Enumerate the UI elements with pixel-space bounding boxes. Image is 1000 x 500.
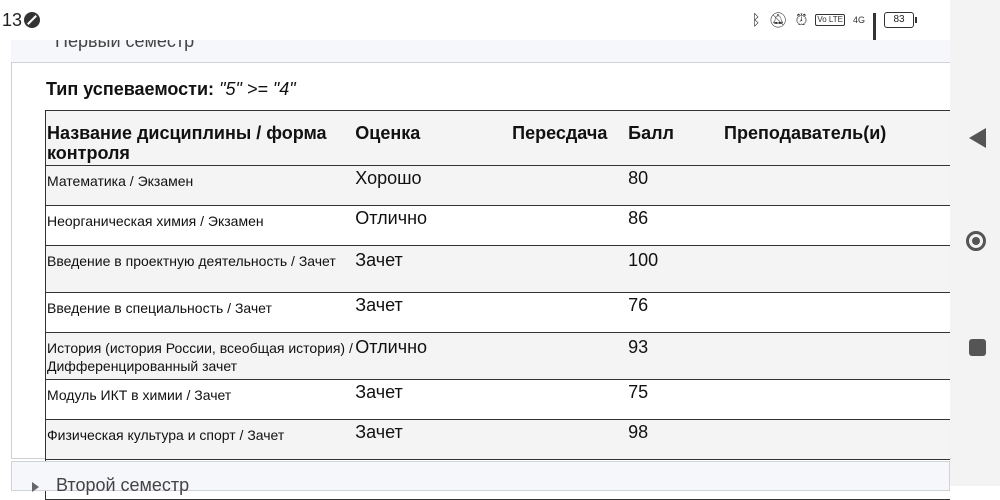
score-cell: 75 — [628, 379, 725, 420]
retake-cell — [512, 292, 629, 333]
retake-cell — [512, 245, 629, 293]
score-cell: 86 — [628, 205, 725, 246]
subject-cell: Введение в специальность / Зачет — [45, 292, 356, 333]
grade-cell: Зачет — [355, 245, 513, 293]
retake-cell — [512, 379, 629, 420]
table-row: Неорганическая химия / Экзамен Отлично 8… — [45, 205, 950, 246]
volte-icon: Vo LTE — [815, 14, 845, 26]
table-row: Математика / Экзамен Хорошо 80 — [45, 165, 950, 206]
subject-cell: Модуль ИКТ в химии / Зачет — [45, 379, 356, 420]
teacher-cell — [724, 205, 950, 246]
score-cell: 98 — [628, 419, 725, 460]
bluetooth-icon: ᛒ — [751, 11, 761, 29]
retake-cell — [512, 205, 629, 246]
semester-header-first[interactable]: Первый семестр — [11, 40, 950, 63]
grade-cell: Зачет — [355, 292, 513, 333]
header-score: Балл — [628, 110, 725, 166]
battery-icon: 83 — [884, 12, 917, 28]
table-row: Физическая культура и спорт / Зачет Заче… — [45, 419, 950, 460]
table-row: Введение в проектную деятельность / Заче… — [45, 245, 950, 293]
grade-cell: Хорошо — [355, 165, 513, 206]
network-type: 4G — [852, 14, 865, 25]
table-row: Модуль ИКТ в химии / Зачет Зачет 75 — [45, 379, 950, 420]
dnd-icon — [24, 12, 40, 28]
header-grade: Оценка — [355, 110, 513, 166]
grade-cell: Зачет — [355, 419, 513, 460]
teacher-cell — [724, 292, 950, 333]
grade-cell: Отлично — [355, 205, 513, 246]
muted-bell-icon: 🔕︎ — [768, 12, 788, 29]
subject-cell: Введение в проектную деятельность / Заче… — [45, 245, 356, 293]
status-bar: 13 ᛒ 🔕︎ ⏰︎ Vo LTE 4G 83 — [0, 0, 950, 48]
table-row: Введение в специальность / Зачет Зачет 7… — [45, 292, 950, 333]
recent-apps-icon[interactable] — [969, 339, 986, 356]
score-cell: 76 — [628, 292, 725, 333]
teacher-cell — [724, 332, 950, 380]
clock: 13 — [2, 10, 23, 30]
alarm-icon: ⏰︎ — [795, 11, 808, 29]
header-retake: Пересдача — [512, 110, 629, 166]
grade-cell: Зачет — [355, 379, 513, 420]
semester-title: Первый семестр — [55, 40, 195, 51]
table-header-row: Название дисциплины / форма контроля Оце… — [45, 110, 950, 166]
status-icons: ᛒ 🔕︎ ⏰︎ Vo LTE 4G 83 — [751, 11, 917, 48]
performance-type: Тип успеваемости: "5" >= "4" — [46, 79, 296, 100]
navigation-bar — [950, 0, 1000, 486]
teacher-cell — [724, 245, 950, 293]
home-icon[interactable] — [966, 231, 986, 251]
subject-cell: История (история России, всеобщая истори… — [45, 332, 356, 380]
retake-cell — [512, 419, 629, 460]
score-cell: 80 — [628, 165, 725, 206]
score-cell: 100 — [628, 245, 725, 293]
header-teacher: Преподаватель(и) — [724, 110, 950, 166]
retake-cell — [512, 332, 629, 380]
performance-value: "5" >= "4" — [219, 79, 296, 99]
performance-label: Тип успеваемости: — [46, 79, 215, 99]
subject-cell: Математика / Экзамен — [45, 165, 356, 206]
grade-cell: Отлично — [355, 332, 513, 380]
back-icon[interactable] — [969, 128, 986, 148]
teacher-cell — [724, 379, 950, 420]
score-cell: 93 — [628, 332, 725, 380]
subject-cell: Неорганическая химия / Экзамен — [45, 205, 356, 246]
header-subject: Название дисциплины / форма контроля — [45, 110, 356, 166]
table-row: История (история России, всеобщая истори… — [45, 332, 950, 380]
grades-table: Название дисциплины / форма контроля Оце… — [45, 110, 950, 500]
semester-header-second[interactable]: Второй семестр — [11, 461, 950, 495]
subject-cell: Физическая культура и спорт / Зачет — [45, 419, 356, 460]
teacher-cell — [724, 165, 950, 206]
expand-arrow-icon — [32, 482, 39, 492]
signal-icon — [873, 13, 876, 48]
teacher-cell — [724, 419, 950, 460]
retake-cell — [512, 165, 629, 206]
